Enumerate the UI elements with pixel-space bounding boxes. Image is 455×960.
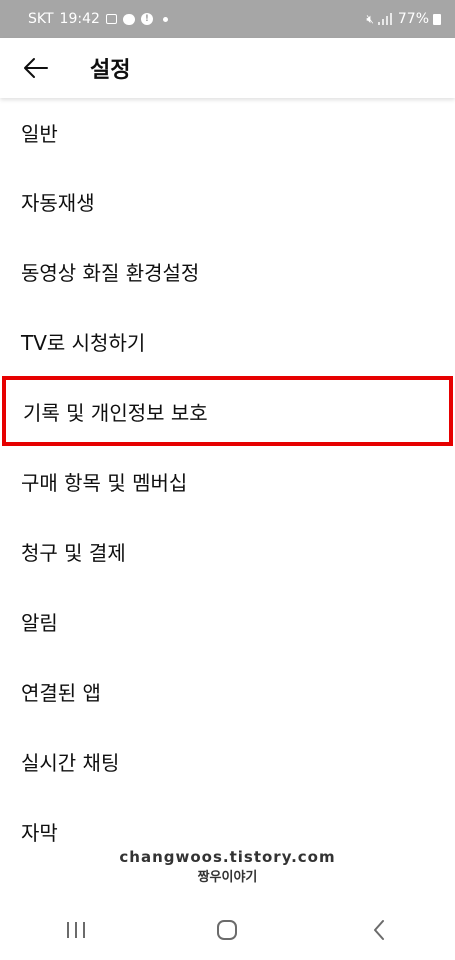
- settings-item-label: 자막: [21, 820, 58, 845]
- settings-item-label: 동영상 화질 환경설정: [21, 260, 200, 285]
- battery-icon: [433, 13, 441, 25]
- back-button[interactable]: [16, 48, 56, 88]
- mute-icon: 🔇︎: [366, 11, 374, 26]
- settings-item-live-chat[interactable]: 실시간 채팅: [0, 726, 455, 796]
- signal-icon: [377, 13, 394, 25]
- back-icon: [374, 920, 385, 940]
- settings-item-label: 기록 및 개인정보 보호: [23, 400, 208, 425]
- watermark-name: 짱우이야기: [197, 870, 258, 885]
- settings-item-label: 청구 및 결제: [21, 540, 126, 565]
- settings-item-general[interactable]: 일반: [0, 98, 455, 166]
- watermark-url: changwoos.tistory.com: [119, 848, 336, 866]
- settings-item-history-privacy[interactable]: 기록 및 개인정보 보호: [2, 376, 453, 446]
- settings-item-autoplay[interactable]: 자동재생: [0, 166, 455, 236]
- settings-item-purchases-memberships[interactable]: 구매 항목 및 멤버십: [0, 446, 455, 516]
- settings-item-notifications[interactable]: 알림: [0, 586, 455, 656]
- alert-icon: !: [140, 13, 153, 25]
- settings-item-video-quality[interactable]: 동영상 화질 환경설정: [0, 236, 455, 306]
- status-time: 19:42: [59, 11, 100, 27]
- settings-item-label: 알림: [21, 610, 58, 635]
- arrow-left-icon: [24, 58, 48, 78]
- settings-item-watch-on-tv[interactable]: TV로 시청하기: [0, 306, 455, 376]
- home-button[interactable]: [197, 905, 257, 955]
- chat-icon: [122, 13, 135, 25]
- nav-back-button[interactable]: [349, 905, 409, 955]
- settings-item-label: TV로 시청하기: [21, 330, 146, 355]
- settings-item-connected-apps[interactable]: 연결된 앱: [0, 656, 455, 726]
- recents-button[interactable]: [46, 905, 106, 955]
- status-bar: SKT 19:42 ! 🔇︎ 77%: [0, 0, 455, 38]
- settings-item-label: 연결된 앱: [21, 680, 101, 705]
- navigation-bar: [0, 900, 455, 960]
- settings-item-label: 실시간 채팅: [21, 750, 120, 775]
- settings-item-label: 일반: [21, 121, 58, 146]
- app-header: 설정: [0, 38, 455, 98]
- recents-icon: [66, 922, 85, 938]
- page-title: 설정: [90, 58, 131, 83]
- settings-item-label: 구매 항목 및 멤버십: [21, 470, 188, 495]
- carrier-label: SKT: [28, 11, 54, 27]
- battery-percent: 77%: [397, 11, 429, 27]
- dot-icon: [162, 16, 168, 22]
- home-icon: [217, 920, 238, 940]
- settings-item-label: 자동재생: [21, 190, 95, 215]
- gallery-icon: [105, 14, 117, 24]
- settings-list: 일반 자동재생 동영상 화질 환경설정 TV로 시청하기 기록 및 개인정보 보…: [0, 98, 455, 906]
- settings-item-billing-payments[interactable]: 청구 및 결제: [0, 516, 455, 586]
